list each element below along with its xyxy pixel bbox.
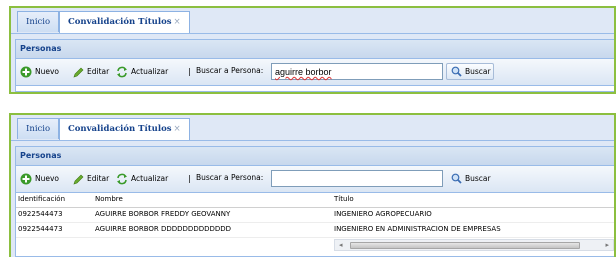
- tab-label: Convalidación Títulos: [68, 124, 172, 134]
- actualizar-label: Actualizar: [131, 67, 169, 76]
- cell-titulo: INGENIERO AGROPECUARIO: [334, 210, 432, 218]
- tab-label: Convalidación Títulos: [68, 17, 172, 27]
- buscar-label: Buscar: [465, 174, 491, 183]
- tab-convalidacion-titulos[interactable]: Convalidación Títulos ×: [59, 11, 190, 33]
- refresh-icon: [116, 173, 128, 185]
- actualizar-button[interactable]: Actualizar: [116, 65, 168, 79]
- buscar-button[interactable]: Buscar: [446, 63, 494, 80]
- cell-identificacion: 0922544473: [18, 225, 63, 233]
- editar-label: Editar: [87, 174, 110, 183]
- add-icon: [20, 173, 32, 185]
- tab-convalidacion-titulos[interactable]: Convalidación Títulos ×: [59, 118, 190, 140]
- cell-nombre: AGUIRRE BORBOR DDDDDDDDDDDDD: [95, 225, 232, 233]
- personas-panel: Personas Nuevo Editar Actualizar | Busca…: [15, 39, 614, 92]
- search-label: Buscar a Persona:: [196, 66, 264, 75]
- close-icon[interactable]: ×: [174, 17, 181, 27]
- nuevo-button[interactable]: Nuevo: [20, 172, 59, 186]
- table-row[interactable]: 0922544473 AGUIRRE BORBOR FREDDY GEOVANN…: [16, 208, 614, 223]
- grid-header: Identificación Nombre Título: [16, 193, 614, 208]
- editar-button[interactable]: Editar: [73, 172, 109, 186]
- buscar-label: Buscar: [465, 67, 491, 76]
- nuevo-button[interactable]: Nuevo: [20, 65, 59, 79]
- tab-label: Inicio: [26, 17, 51, 27]
- tab-inicio[interactable]: Inicio: [17, 118, 60, 139]
- cell-nombre: AGUIRRE BORBOR FREDDY GEOVANNY: [95, 210, 231, 218]
- add-icon: [20, 66, 32, 78]
- column-header-nombre[interactable]: Nombre: [95, 193, 123, 206]
- search-input[interactable]: [271, 170, 443, 187]
- toolbar: Nuevo Editar Actualizar | Buscar a Perso…: [16, 166, 614, 193]
- pencil-icon: [73, 67, 84, 78]
- table-row[interactable]: 0922544473 AGUIRRE BORBOR DDDDDDDDDDDDD …: [16, 223, 614, 238]
- panel-title: Personas: [16, 40, 614, 59]
- tab-bar: Inicio Convalidación Títulos ×: [11, 8, 614, 34]
- column-header-identificacion[interactable]: Identificación: [18, 193, 65, 206]
- search-input[interactable]: aguirre borbor: [271, 63, 443, 80]
- actualizar-button[interactable]: Actualizar: [116, 172, 168, 186]
- tab-bar: Inicio Convalidación Títulos ×: [11, 115, 614, 141]
- nuevo-label: Nuevo: [35, 174, 60, 183]
- tab-inicio[interactable]: Inicio: [17, 11, 60, 32]
- refresh-icon: [116, 66, 128, 78]
- column-header-titulo[interactable]: Título: [334, 193, 354, 206]
- cell-titulo: INGENIERO EN ADMINISTRACION DE EMPRESAS: [334, 225, 501, 233]
- tab-panel-bottom: Inicio Convalidación Títulos × Personas N…: [9, 113, 616, 257]
- nuevo-label: Nuevo: [35, 67, 60, 76]
- toolbar: Nuevo Editar Actualizar | Buscar a Perso…: [16, 59, 614, 86]
- horizontal-scrollbar[interactable]: ◂ ▸: [334, 239, 614, 251]
- buscar-button[interactable]: Buscar: [446, 170, 494, 187]
- search-label: Buscar a Persona:: [196, 173, 264, 182]
- scroll-right-icon[interactable]: ▸: [605, 240, 609, 250]
- pencil-icon: [73, 174, 84, 185]
- search-input-value: aguirre borbor: [275, 67, 332, 77]
- editar-label: Editar: [87, 67, 110, 76]
- close-icon[interactable]: ×: [174, 124, 181, 134]
- tab-label: Inicio: [26, 124, 51, 134]
- personas-panel: Personas Nuevo Editar Actualizar | Busca…: [15, 146, 614, 257]
- magnifier-icon: [451, 66, 462, 77]
- panel-title: Personas: [16, 147, 614, 166]
- scrollbar-thumb[interactable]: [350, 242, 580, 249]
- cell-identificacion: 0922544473: [18, 210, 63, 218]
- magnifier-icon: [451, 173, 462, 184]
- actualizar-label: Actualizar: [131, 174, 169, 183]
- editar-button[interactable]: Editar: [73, 65, 109, 79]
- toolbar-separator: |: [188, 174, 191, 183]
- toolbar-separator: |: [188, 67, 191, 76]
- tab-panel-top: Inicio Convalidación Títulos × Personas N…: [9, 6, 616, 94]
- scroll-left-icon[interactable]: ◂: [339, 240, 343, 250]
